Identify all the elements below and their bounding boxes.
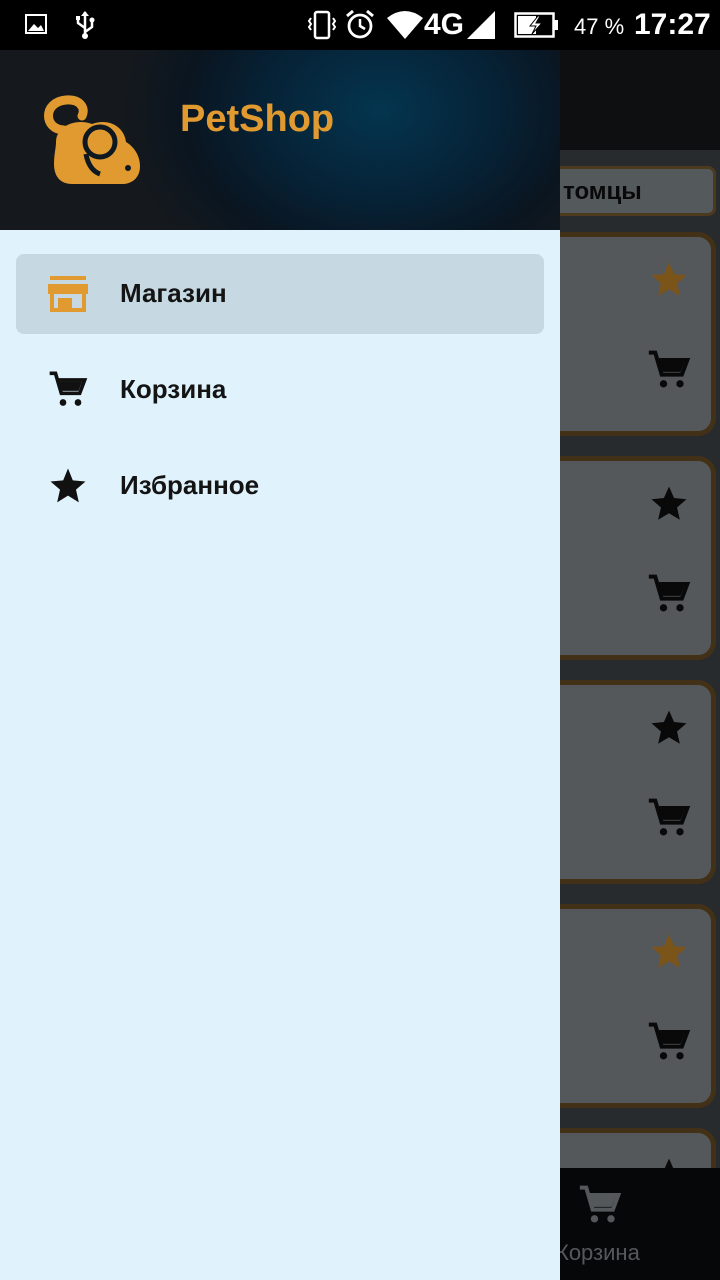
signal-icon xyxy=(467,11,495,39)
drawer-item-label: Магазин xyxy=(120,278,227,308)
cart-icon xyxy=(49,371,88,406)
clock: 17:27 xyxy=(634,8,711,41)
vibrate-icon xyxy=(307,10,337,40)
mouse-logo-icon xyxy=(44,95,140,184)
status-bar: 4G 47 % 17:27 xyxy=(0,0,720,50)
drawer-header: PetShop xyxy=(0,50,560,230)
app-name: PetShop xyxy=(180,98,335,140)
image-icon xyxy=(25,14,47,34)
star-icon xyxy=(50,468,86,503)
network-type: 4G xyxy=(424,8,465,41)
drawer-item-label: Избранное xyxy=(120,470,260,500)
drawer-item-favorites[interactable]: Избранное xyxy=(16,446,544,526)
store-icon xyxy=(48,276,88,312)
battery-percent: 47 % xyxy=(574,14,625,39)
navigation-drawer: PetShop Магазин Корзина Избранное xyxy=(0,50,560,1280)
drawer-item-cart[interactable]: Корзина xyxy=(16,350,544,430)
alarm-icon xyxy=(346,9,374,39)
drawer-item-label: Корзина xyxy=(120,374,227,404)
usb-icon xyxy=(76,11,95,39)
wifi-icon xyxy=(387,11,423,39)
battery-charging-icon xyxy=(514,12,558,38)
drawer-item-store[interactable]: Магазин xyxy=(16,254,544,334)
